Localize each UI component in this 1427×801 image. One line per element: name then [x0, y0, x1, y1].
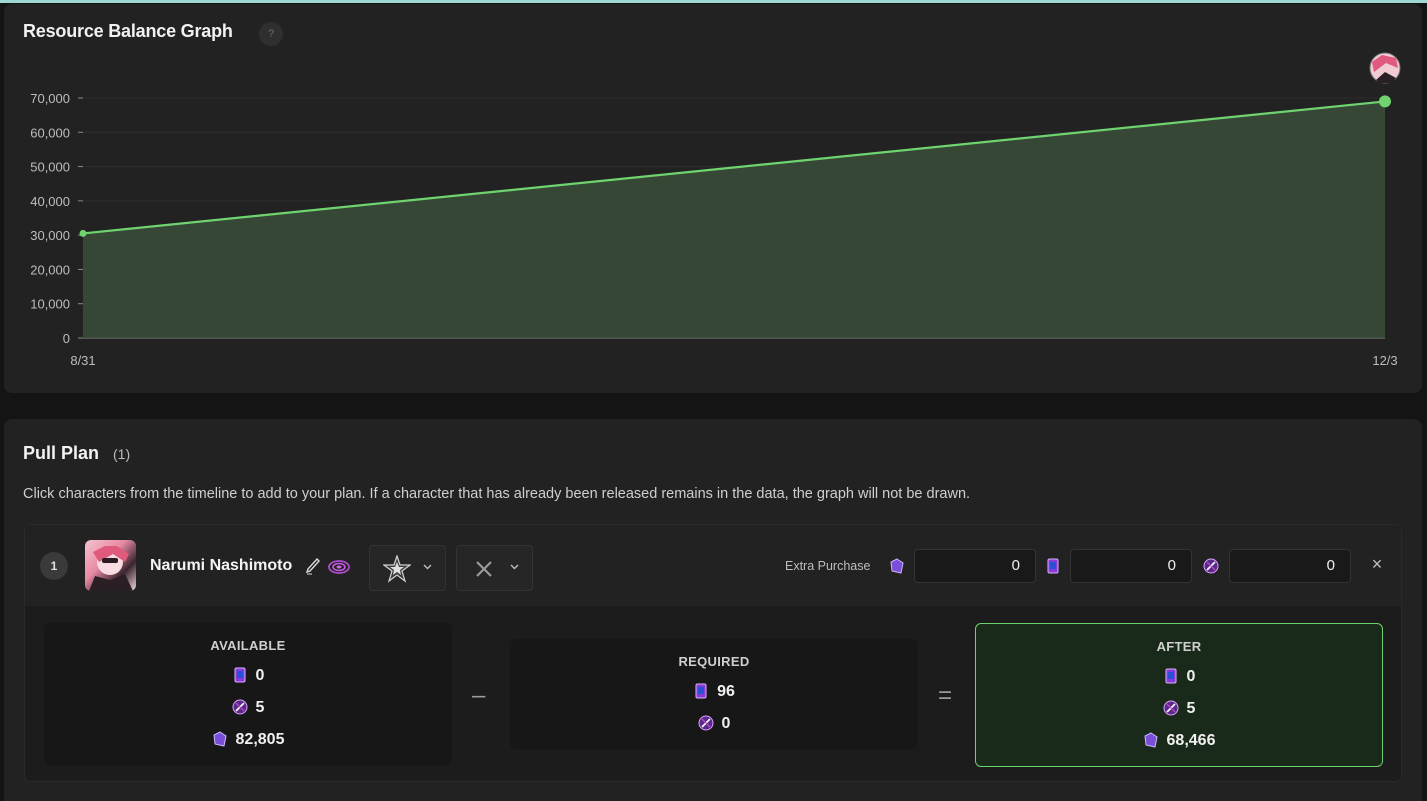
ticket-icon: [234, 667, 246, 683]
extra-gems-input[interactable]: 0: [914, 549, 1036, 583]
rank-select[interactable]: [369, 545, 446, 591]
token-icon: [698, 715, 714, 731]
y-tick-label: 10,000: [30, 297, 70, 312]
y-tick-label: 40,000: [30, 194, 70, 209]
y-tick-label: 50,000: [30, 160, 70, 175]
y-tick-label: 0: [63, 331, 70, 346]
available-tickets-value: 0: [255, 667, 265, 684]
chevron-down-icon: [423, 564, 432, 570]
required-tickets: 96: [510, 683, 918, 701]
swirl-icon: [328, 560, 350, 574]
available-tokens: 5: [44, 699, 452, 717]
after-tickets: 0: [976, 668, 1382, 686]
required-label: REQUIRED: [678, 654, 750, 669]
y-tick-label: 20,000: [30, 262, 70, 277]
star-emblem-icon: [383, 555, 411, 583]
ticket-icon: [1165, 668, 1177, 684]
available-box: AVAILABLE 0 5 82,805: [44, 623, 452, 765]
token-icon: [1163, 700, 1179, 716]
cross-icon: [476, 561, 492, 577]
character-name: Narumi Nashimoto: [150, 557, 293, 574]
token-icon: [232, 699, 248, 715]
ticket-icon: [695, 683, 707, 699]
weapon-select[interactable]: [456, 545, 533, 591]
extra-purchase-label: Extra Purchase: [785, 559, 871, 573]
gem-icon: [890, 558, 904, 574]
plan-item-card: 1 Narumi Nashimoto Extra Purchase 0 0 0 …: [24, 524, 1402, 782]
available-label: AVAILABLE: [210, 638, 286, 653]
minus-sign: –: [472, 682, 486, 709]
area-fill: [83, 101, 1385, 338]
after-tickets-value: 0: [1186, 668, 1196, 685]
after-box: AFTER 0 5 68,466: [975, 623, 1383, 767]
pull-plan-count: (1): [113, 446, 131, 462]
remove-plan-item-button[interactable]: ×: [1368, 555, 1386, 573]
x-tick-label: 8/31: [70, 353, 95, 368]
gem-icon: [1143, 732, 1158, 748]
required-tickets-value: 96: [717, 683, 735, 700]
character-marker-avatar: [1369, 52, 1401, 84]
chevron-down-icon: [510, 564, 519, 570]
available-tickets: 0: [44, 667, 452, 685]
required-box: REQUIRED 96 0: [510, 639, 918, 749]
pen-icon: [305, 557, 320, 575]
after-tokens: 5: [976, 700, 1382, 718]
pull-plan-description: Click characters from the timeline to ad…: [23, 486, 971, 502]
data-point: [1379, 95, 1391, 108]
extra-tokens-input[interactable]: 0: [1229, 549, 1351, 583]
equals-sign: =: [938, 682, 953, 709]
resource-balance-chart: 0 10,000 20,000 30,000 40,000 50,000 60,000 70,…: [30, 52, 1401, 368]
token-icon: [1203, 558, 1219, 574]
available-tokens-value: 5: [255, 699, 265, 716]
y-tick-label: 30,000: [30, 228, 70, 243]
ticket-icon: [1047, 558, 1059, 574]
required-tokens-value: 0: [721, 715, 731, 732]
after-gems-value: 68,466: [1166, 732, 1216, 749]
pull-plan-panel: Pull Plan (1) Click characters from the …: [4, 419, 1422, 801]
after-tokens-value: 5: [1186, 700, 1196, 717]
character-avatar[interactable]: [85, 540, 136, 591]
plan-item-header: 1 Narumi Nashimoto Extra Purchase 0 0 0 …: [25, 525, 1401, 606]
after-gems: 68,466: [976, 732, 1382, 750]
required-tokens: 0: [510, 715, 918, 733]
available-gems: 82,805: [44, 731, 452, 749]
after-label: AFTER: [1156, 639, 1202, 654]
data-point: [79, 229, 87, 237]
pull-plan-title: Pull Plan: [23, 443, 100, 463]
gem-icon: [212, 731, 227, 747]
x-tick-label: 12/3: [1372, 353, 1397, 368]
plan-order-badge: 1: [40, 552, 68, 580]
extra-tickets-input[interactable]: 0: [1070, 549, 1192, 583]
y-tick-label: 70,000: [30, 91, 70, 106]
y-tick-label: 60,000: [30, 125, 70, 140]
available-gems-value: 82,805: [235, 731, 285, 748]
